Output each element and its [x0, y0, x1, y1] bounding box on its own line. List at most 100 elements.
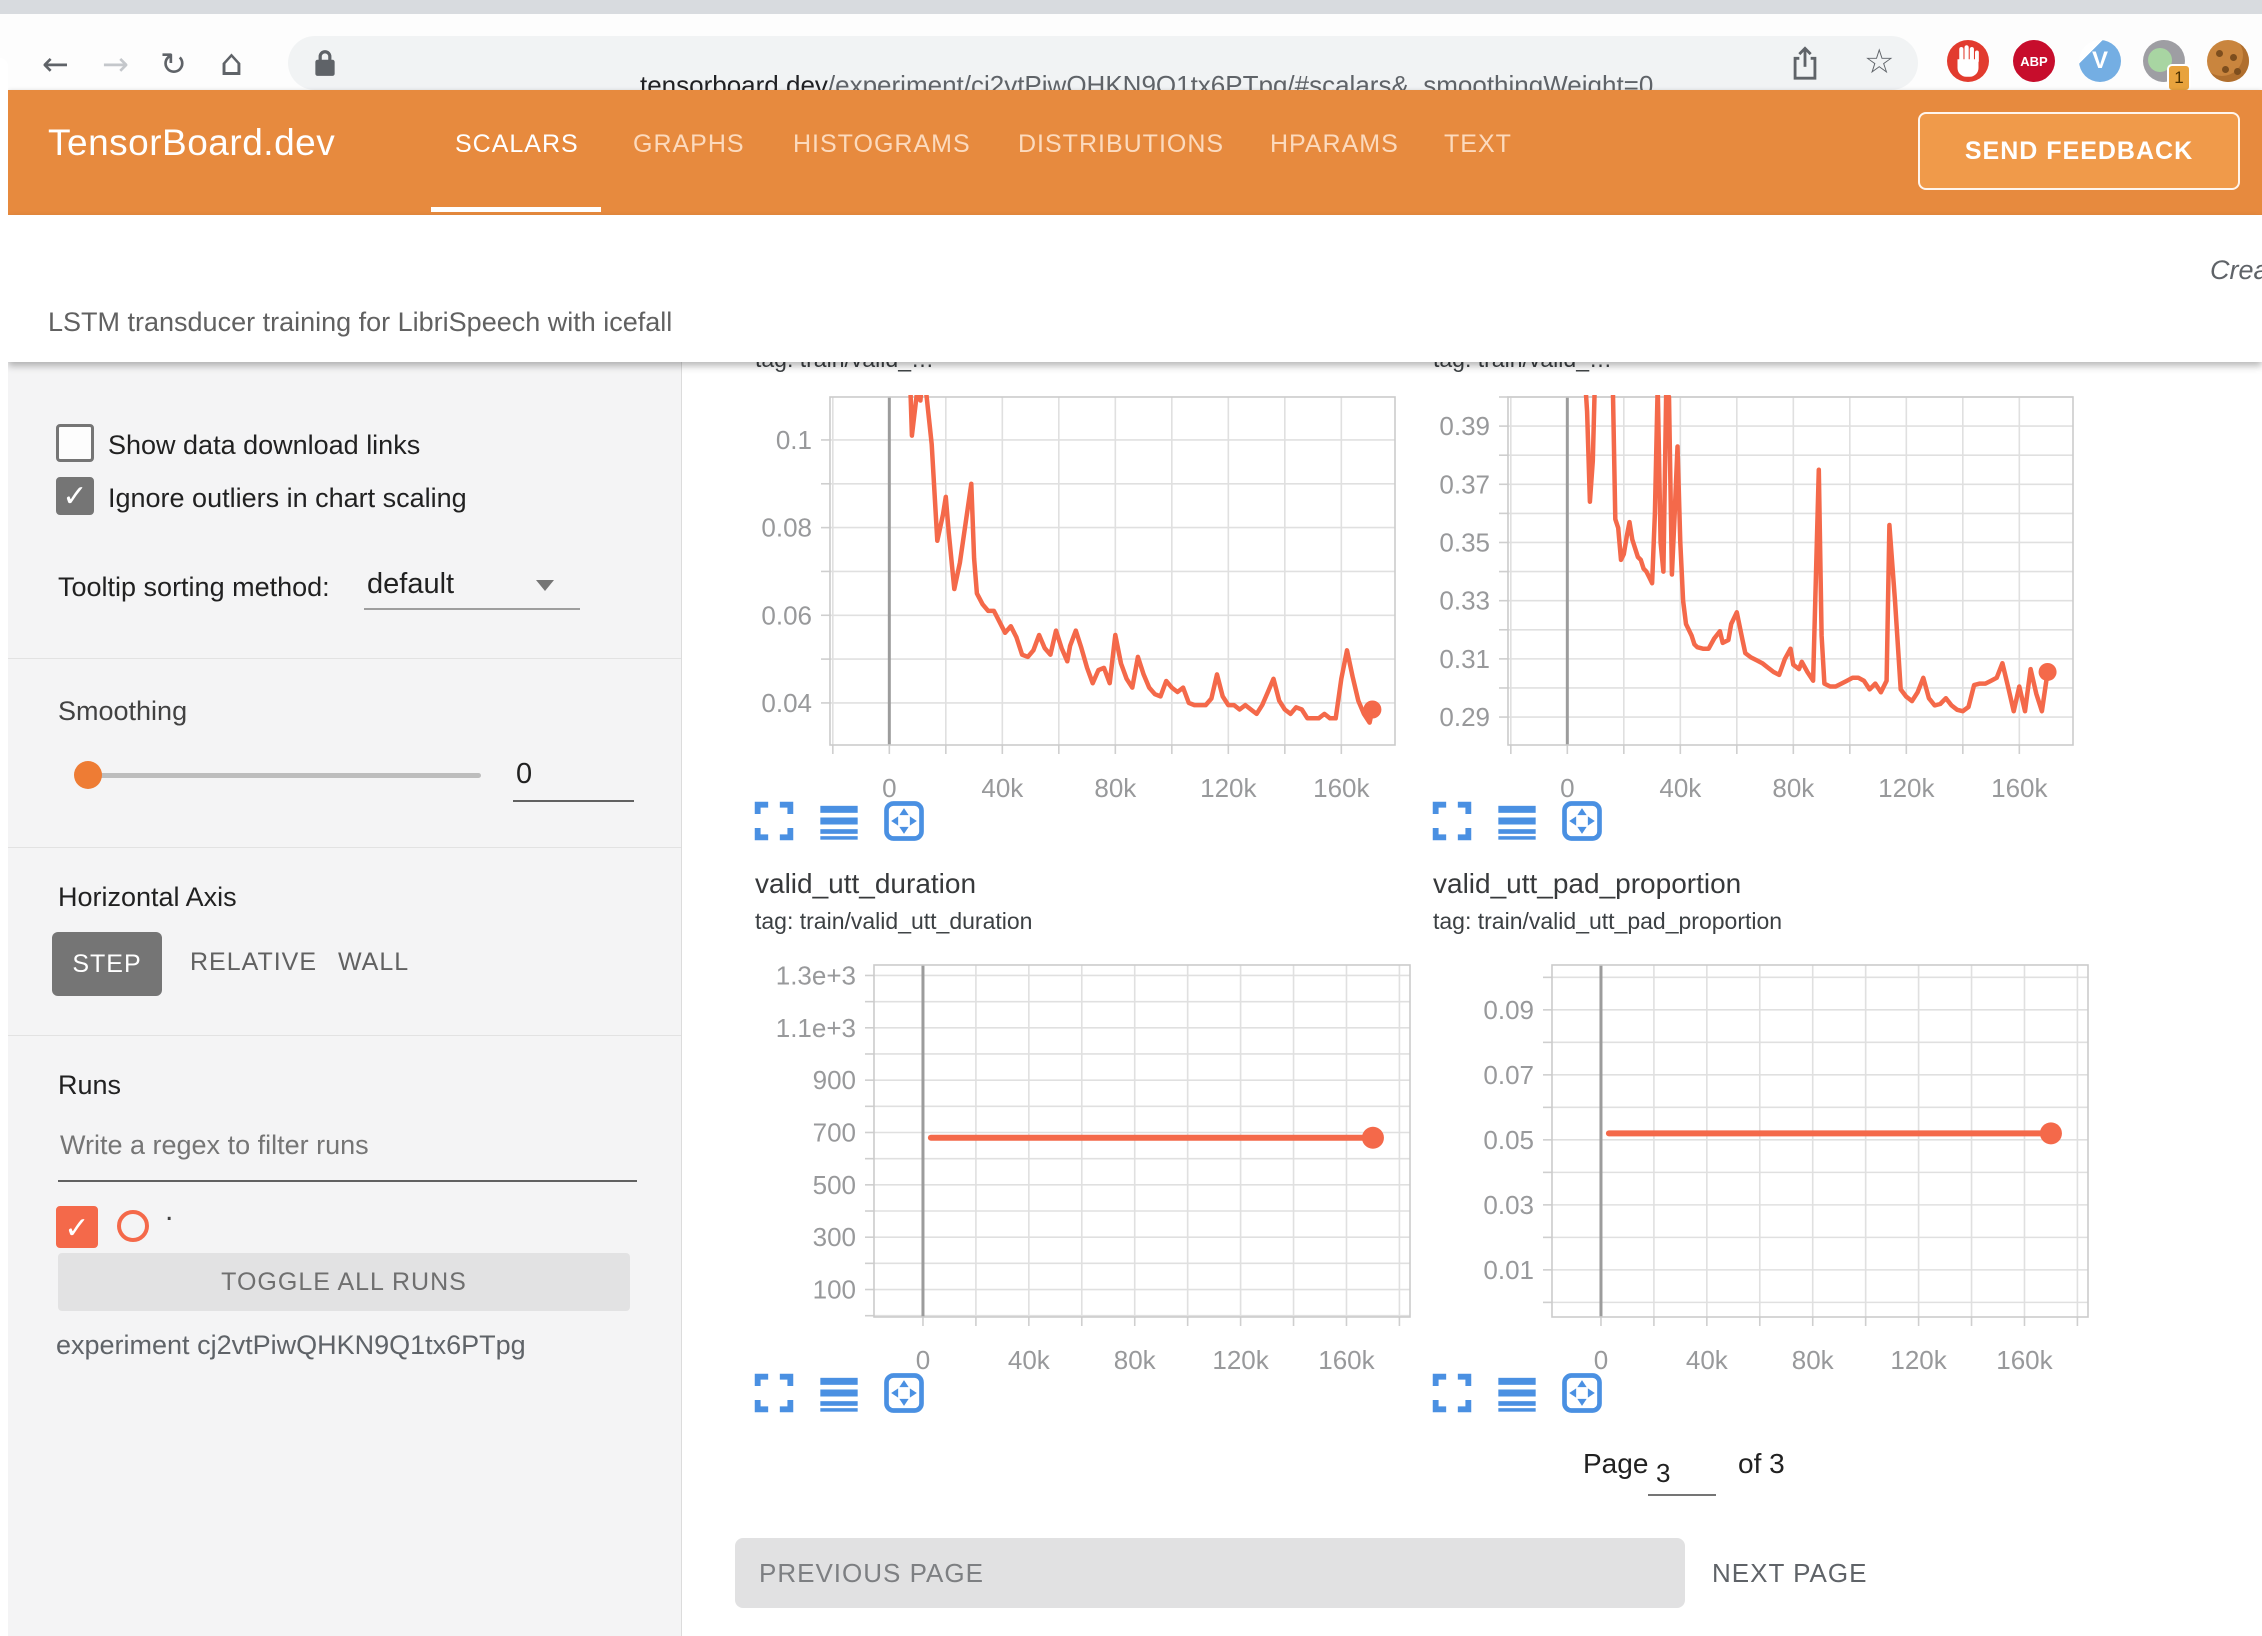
divider	[8, 658, 681, 659]
svg-text:300: 300	[813, 1222, 856, 1252]
axis-relative-button[interactable]: RELATIVE	[190, 948, 317, 977]
page-number-input[interactable]: 3	[1656, 1458, 1670, 1489]
tooltip-sorting-select[interactable]: default	[367, 568, 454, 601]
abp-extension-icon[interactable]: ABP	[2013, 40, 2055, 82]
share-icon[interactable]	[1788, 45, 1822, 88]
chart-plot-3[interactable]: 1003005007009001.1e+31.3e+3040k80k120k16…	[744, 955, 1450, 1385]
runs-filter-underline	[58, 1180, 637, 1182]
chart-plot-2[interactable]: 0.290.310.330.350.370.39040k80k120k160k	[1378, 387, 2113, 813]
tensorboard-header: TensorBoard.dev SCALARS GRAPHS HISTOGRAM…	[8, 90, 2262, 215]
tab-scalars[interactable]: SCALARS	[455, 130, 579, 159]
reload-icon[interactable]: ↻	[160, 46, 187, 82]
fit-domain-icon[interactable]	[1561, 1372, 1603, 1414]
previous-page-button[interactable]: PREVIOUS PAGE	[735, 1538, 1685, 1608]
chart1-clipped-tag: tag: train/valid_…	[755, 362, 934, 373]
smoothing-slider-thumb[interactable]	[74, 761, 102, 789]
window-left-gutter	[0, 58, 8, 1636]
svg-text:120k: 120k	[1200, 773, 1257, 803]
fit-domain-icon[interactable]	[883, 800, 925, 842]
page-label: Page	[1583, 1448, 1648, 1480]
data-list-icon[interactable]	[1496, 800, 1538, 842]
svg-text:40k: 40k	[1659, 773, 1702, 803]
fullscreen-icon[interactable]	[1431, 1372, 1473, 1414]
toggle-all-runs-button[interactable]: TOGGLE ALL RUNS	[58, 1253, 630, 1311]
forward-icon[interactable]: →	[102, 46, 129, 82]
profile-badge: 1	[2167, 64, 2191, 92]
svg-text:160k: 160k	[1996, 1345, 2053, 1375]
blocker-hand-icon[interactable]	[1947, 40, 1989, 82]
bookmark-star-icon[interactable]: ☆	[1864, 42, 1894, 82]
svg-text:0.35: 0.35	[1439, 527, 1490, 557]
browser-toolbar: ← → ↻ ⌂ tensorboard.dev/experiment/cj2vt…	[0, 14, 2262, 91]
fullscreen-icon[interactable]	[753, 1372, 795, 1414]
svg-text:120k: 120k	[1212, 1345, 1269, 1375]
tensorboard-page: ← → ↻ ⌂ tensorboard.dev/experiment/cj2vt…	[0, 0, 2262, 1636]
tab-text[interactable]: TEXT	[1444, 130, 1512, 159]
settings-sidebar: Show data download links ✓ Ignore outlie…	[8, 362, 682, 1636]
experiment-description: LSTM transducer training for LibriSpeech…	[48, 307, 672, 338]
data-list-icon[interactable]	[818, 800, 860, 842]
svg-text:0.06: 0.06	[761, 600, 812, 630]
fit-domain-icon[interactable]	[1561, 800, 1603, 842]
address-bar[interactable]: tensorboard.dev/experiment/cj2vtPiwQHKN9…	[288, 36, 1918, 90]
tab-histograms[interactable]: HISTOGRAMS	[793, 130, 971, 159]
send-feedback-button[interactable]: SEND FEEDBACK	[1918, 112, 2240, 190]
horizontal-axis-label: Horizontal Axis	[58, 882, 237, 913]
data-list-icon[interactable]	[818, 1372, 860, 1414]
svg-text:0: 0	[916, 1345, 930, 1375]
next-page-button[interactable]: NEXT PAGE	[1712, 1558, 1867, 1589]
experiment-subheader: Crea LSTM transducer training for LibriS…	[8, 215, 2262, 362]
back-icon[interactable]: ←	[42, 46, 69, 82]
svg-text:120k: 120k	[1878, 773, 1935, 803]
tooltip-underline	[364, 608, 580, 610]
svg-text:0.03: 0.03	[1483, 1190, 1534, 1220]
home-icon[interactable]: ⌂	[220, 46, 243, 82]
axis-wall-button[interactable]: WALL	[338, 948, 409, 977]
ignore-outliers-checkbox[interactable]: ✓	[56, 477, 94, 515]
svg-text:0: 0	[882, 773, 896, 803]
page-of-label: of 3	[1738, 1448, 1785, 1480]
svg-text:0.37: 0.37	[1439, 469, 1490, 499]
fit-domain-icon[interactable]	[883, 1372, 925, 1414]
svg-text:80k: 80k	[1792, 1345, 1835, 1375]
run-color-swatch[interactable]	[117, 1210, 149, 1242]
active-tab-underline	[431, 207, 601, 212]
data-list-icon[interactable]	[1496, 1372, 1538, 1414]
chart-plot-4[interactable]: 0.010.030.050.070.09040k80k120k160k	[1422, 955, 2128, 1385]
svg-text:0: 0	[1594, 1345, 1608, 1375]
tab-graphs[interactable]: GRAPHS	[633, 130, 745, 159]
run-checkbox[interactable]: ✓	[56, 1206, 98, 1248]
app-logo[interactable]: TensorBoard.dev	[48, 122, 335, 164]
fullscreen-icon[interactable]	[1431, 800, 1473, 842]
show-download-label: Show data download links	[108, 430, 420, 461]
tab-distributions[interactable]: DISTRIBUTIONS	[1018, 130, 1224, 159]
smoothing-slider-track[interactable]	[75, 773, 481, 778]
ignore-outliers-label: Ignore outliers in chart scaling	[108, 483, 467, 514]
runs-filter-input[interactable]: Write a regex to filter runs	[60, 1130, 369, 1161]
svg-text:1.3e+3: 1.3e+3	[776, 960, 856, 990]
fullscreen-icon[interactable]	[753, 800, 795, 842]
chart4-title: valid_utt_pad_proportion	[1433, 868, 1741, 900]
smoothing-value[interactable]: 0	[516, 758, 532, 791]
show-download-checkbox[interactable]	[56, 424, 94, 462]
tooltip-sorting-label: Tooltip sorting method:	[58, 572, 330, 603]
svg-text:80k: 80k	[1094, 773, 1137, 803]
svg-text:700: 700	[813, 1117, 856, 1147]
chart-plot-1[interactable]: 0.040.060.080.1040k80k120k160k	[700, 387, 1435, 813]
v-extension-icon[interactable]: V	[2079, 40, 2121, 82]
svg-text:0.29: 0.29	[1439, 702, 1490, 732]
svg-text:900: 900	[813, 1065, 856, 1095]
svg-text:80k: 80k	[1114, 1345, 1157, 1375]
svg-text:0.39: 0.39	[1439, 411, 1490, 441]
svg-text:0.08: 0.08	[761, 513, 812, 543]
created-text-partial: Crea	[2210, 255, 2262, 286]
profile-extension-icon[interactable]: 1	[2143, 40, 2185, 82]
smoothing-label: Smoothing	[58, 696, 187, 727]
chevron-down-icon[interactable]	[536, 580, 554, 591]
cookie-extension-icon[interactable]	[2207, 40, 2249, 82]
chart3-tag: tag: train/valid_utt_duration	[755, 908, 1032, 935]
divider	[8, 1035, 681, 1036]
scalars-main-panel: tag: train/valid_… tag: train/valid_… 0.…	[681, 362, 2262, 1636]
tab-hparams[interactable]: HPARAMS	[1270, 130, 1399, 159]
axis-step-button[interactable]: STEP	[52, 932, 162, 996]
